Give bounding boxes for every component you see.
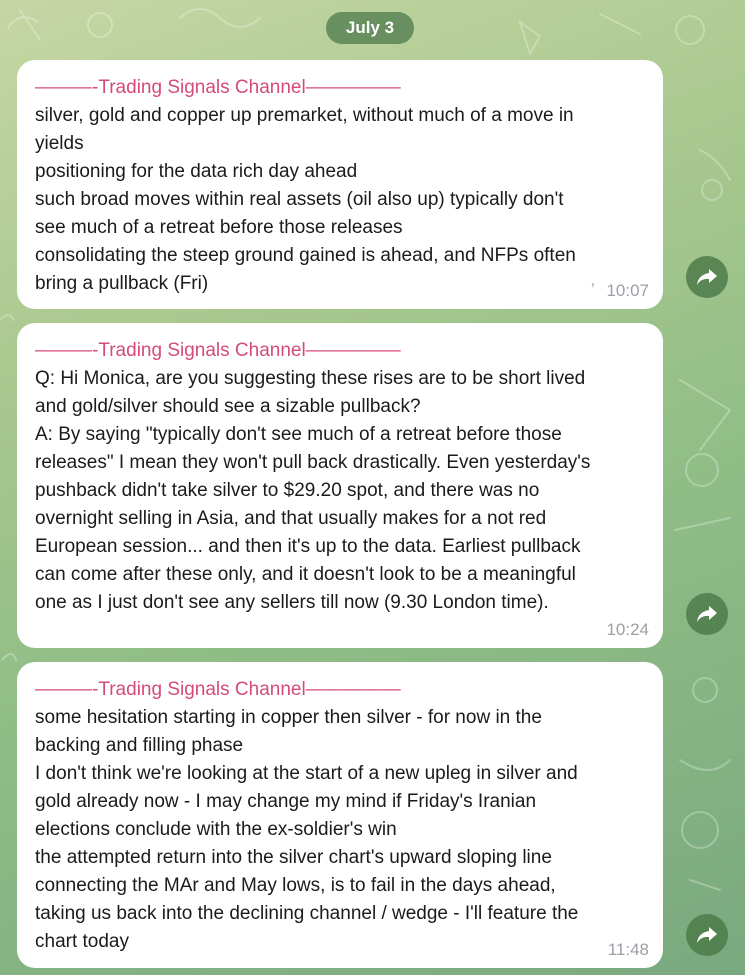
channel-signature: ———-Trading Signals Channel—————	[35, 679, 401, 700]
message-line: chart today	[35, 931, 129, 952]
message-line: the attempted return into the silver cha…	[35, 847, 552, 868]
message-line: some hesitation starting in copper then …	[35, 707, 542, 728]
message-line: overnight selling in Asia, and that usua…	[35, 508, 547, 529]
message-line: see much of a retreat before those relea…	[35, 217, 403, 238]
message-line: pushback didn't take silver to $29.20 sp…	[35, 480, 540, 501]
message-line: taking us back into the declining channe…	[35, 903, 579, 924]
message-line: backing and filling phase	[35, 735, 244, 756]
message-line: bring a pullback (Fri)	[35, 273, 209, 294]
share-arrow-icon	[697, 606, 717, 622]
view-count-icon: ❜	[591, 281, 595, 295]
channel-signature: ———-Trading Signals Channel—————	[35, 340, 401, 361]
message-bubble[interactable]: ———-Trading Signals Channel————— some he…	[17, 662, 663, 968]
message-line: such broad moves within real assets (oil…	[35, 189, 564, 210]
message-time: 10:07	[606, 281, 649, 300]
message-line: I don't think we're looking at the start…	[35, 763, 578, 784]
share-arrow-icon	[697, 269, 717, 285]
message-time: 10:24	[606, 620, 649, 639]
message-bubble[interactable]: ———-Trading Signals Channel————— silver,…	[17, 60, 663, 309]
share-button[interactable]	[686, 914, 728, 956]
message-line: gold already now - I may change my mind …	[35, 791, 537, 812]
message-time: 11:48	[607, 940, 649, 959]
share-arrow-icon	[697, 927, 717, 943]
message-line: elections conclude with the ex-soldier's…	[35, 819, 397, 840]
message-line: positioning for the data rich day ahead	[35, 161, 358, 182]
message-line: can come after these only, and it doesn'…	[35, 564, 576, 585]
message-line: European session... and then it's up to …	[35, 536, 581, 557]
message-line: consolidating the steep ground gained is…	[35, 245, 576, 266]
message-line: releases" I mean they won't pull back dr…	[35, 452, 591, 473]
date-label: July 3	[345, 18, 395, 37]
date-divider: July 3	[326, 12, 414, 44]
message-line: silver, gold and copper up premarket, wi…	[35, 105, 574, 126]
share-button[interactable]	[686, 593, 728, 635]
message-line: yields	[35, 133, 84, 154]
message-line: and gold/silver should see a sizable pul…	[35, 396, 421, 417]
share-button[interactable]	[686, 256, 728, 298]
message-line: one as I just don't see any sellers till…	[35, 592, 549, 613]
message-bubble[interactable]: ———-Trading Signals Channel————— Q: Hi M…	[17, 323, 663, 648]
message-line: A: By saying "typically don't see much o…	[35, 424, 562, 445]
message-line: connecting the MAr and May lows, is to f…	[35, 875, 556, 896]
channel-signature: ———-Trading Signals Channel—————	[35, 77, 401, 98]
message-line: Q: Hi Monica, are you suggesting these r…	[35, 368, 586, 389]
